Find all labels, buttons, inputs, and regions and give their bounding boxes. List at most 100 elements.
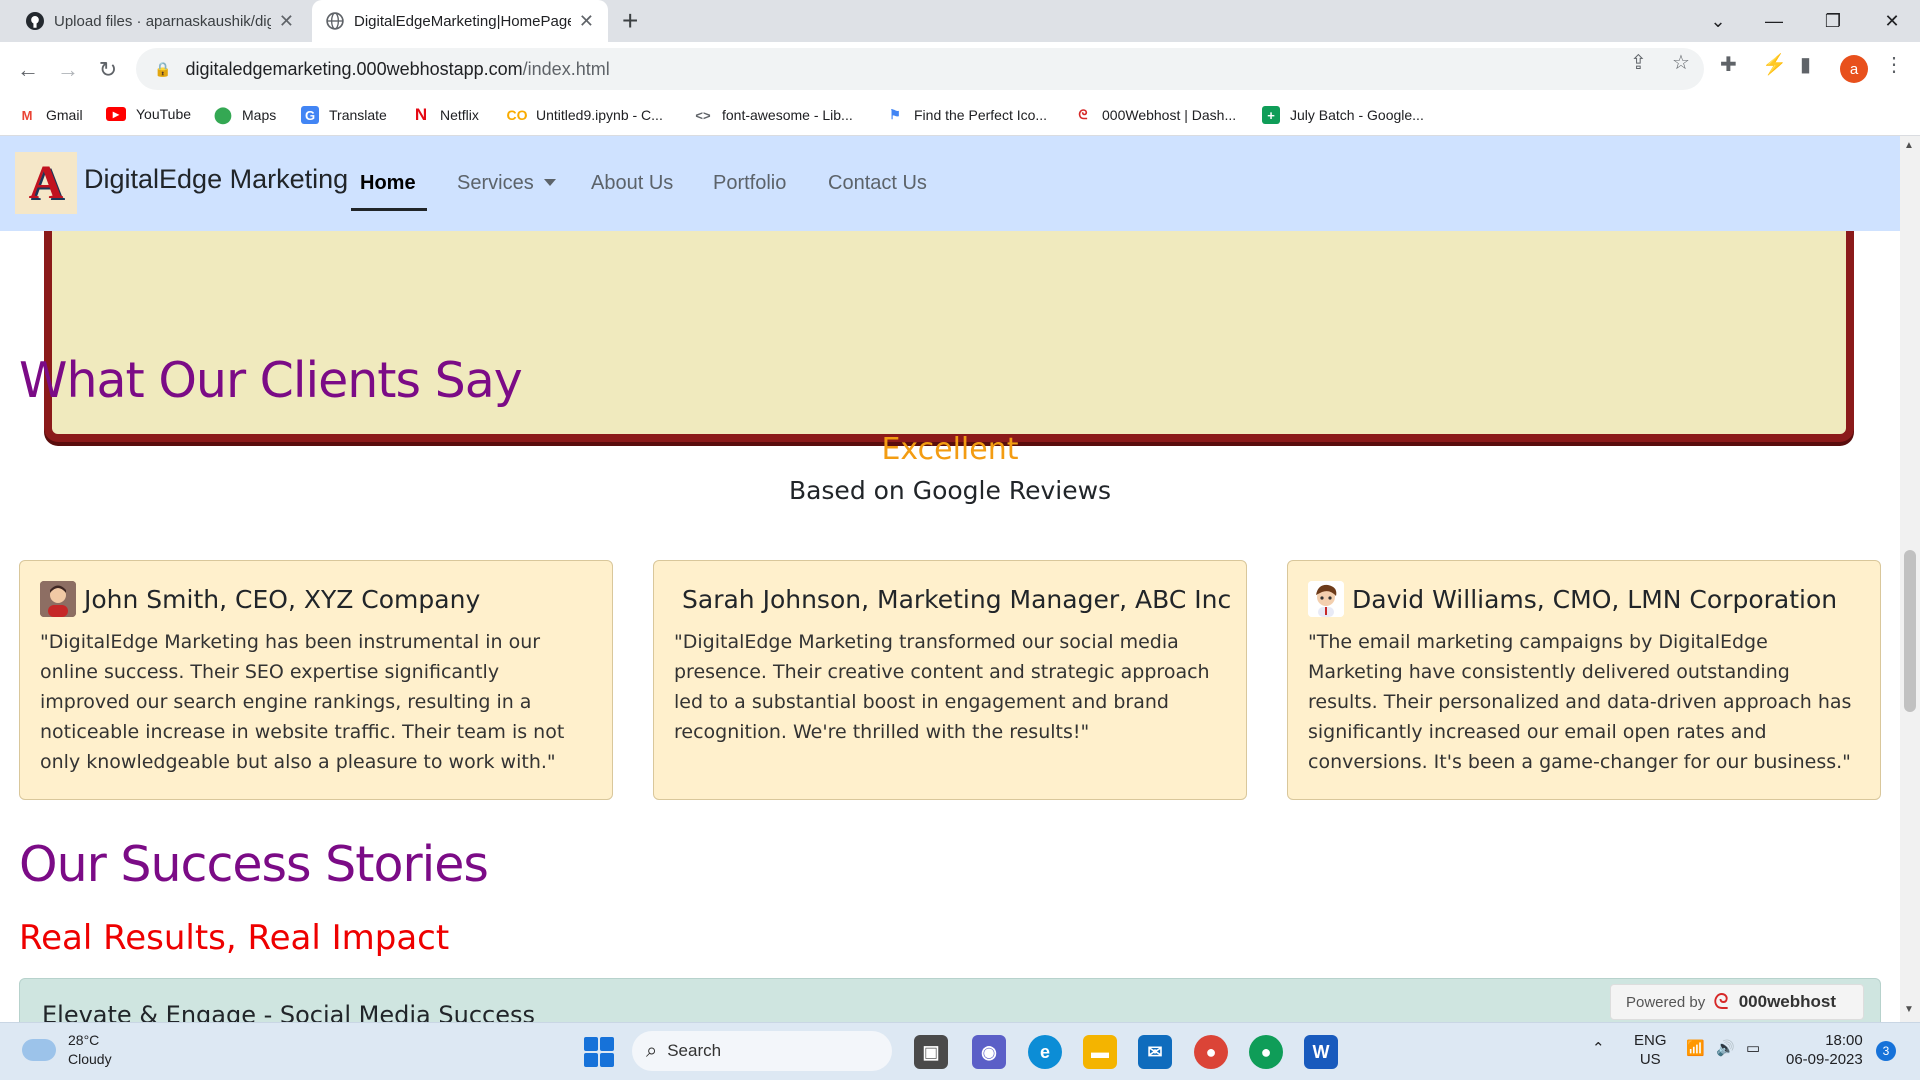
bookmark-font-awesome[interactable]: <> font-awesome - Lib... [694, 106, 852, 124]
clock[interactable]: 18:00 06-09-2023 [1786, 1031, 1863, 1069]
nav-portfolio[interactable]: Portfolio [713, 172, 786, 195]
chrome-profile-icon[interactable]: ● [1249, 1035, 1283, 1069]
logo-letter: A [28, 156, 64, 209]
extensions-icon[interactable]: ✚ [1720, 52, 1737, 77]
powered-by-badge[interactable]: Powered by ᘓ 000webhost [1610, 984, 1864, 1020]
tab-title: Upload files · aparnaskaushik/dig [54, 12, 271, 30]
netflix-icon: N [414, 105, 428, 124]
weather-temp: 28°C [68, 1032, 100, 1048]
client-quote: "The email marketing campaigns by Digita… [1308, 631, 1852, 773]
clock-date: 06-09-2023 [1786, 1051, 1863, 1068]
brand-name[interactable]: DigitalEdge Marketing [84, 164, 348, 195]
side-panel-icon[interactable]: ▮ [1800, 52, 1811, 77]
tab-github[interactable]: Upload files · aparnaskaushik/dig ✕ [12, 0, 308, 42]
scroll-down-icon[interactable]: ▼ [1904, 1004, 1914, 1015]
edge-icon[interactable]: e [1028, 1035, 1062, 1069]
forward-icon[interactable]: → [50, 52, 86, 88]
chrome-icon[interactable]: ● [1194, 1035, 1228, 1069]
colab-icon: CO [506, 107, 528, 123]
testimonials-heading: What Our Clients Say [19, 352, 523, 409]
weather-widget[interactable]: 28°C Cloudy [22, 1031, 112, 1069]
new-tab-button[interactable]: + [622, 6, 638, 36]
reload-icon[interactable]: ↻ [90, 52, 126, 88]
windows-taskbar: 28°C Cloudy ⌕ Search ▣ ◉ e ▬ ✉ ● ● W ⌃ E… [0, 1022, 1920, 1080]
restore-button[interactable]: ❐ [1805, 0, 1861, 42]
cloud-icon [22, 1039, 56, 1061]
bookmark-translate[interactable]: G Translate [301, 106, 387, 124]
taskbar-search-label: Search [667, 1041, 722, 1060]
word-icon[interactable]: W [1304, 1035, 1338, 1069]
bookmark-label: YouTube [136, 106, 192, 122]
scroll-up-icon[interactable]: ▲ [1904, 140, 1914, 151]
lang-code: ENG [1634, 1032, 1667, 1049]
tab-search-icon[interactable]: ⌄ [1690, 0, 1746, 42]
close-window-button[interactable]: ✕ [1864, 0, 1920, 42]
taskbar-search[interactable]: ⌕ Search [632, 1031, 892, 1071]
bookmark-label: Untitled9.ipynb - C... [536, 107, 663, 123]
volume-icon[interactable]: 🔊 [1716, 1039, 1735, 1058]
bookmark-label: 000Webhost | Dash... [1102, 107, 1237, 123]
translate-icon: G [301, 106, 319, 124]
file-explorer-icon[interactable]: ▬ [1083, 1035, 1117, 1069]
address-bar[interactable]: 🔒 digitaledgemarketing.000webhostapp.com… [136, 48, 1704, 90]
profile-avatar[interactable]: a [1840, 55, 1868, 83]
testimonial-card: David Williams, CMO, LMN Corporation "Th… [1287, 560, 1881, 800]
code-icon: <> [695, 107, 711, 123]
bookmark-star-icon[interactable]: ☆ [1672, 50, 1690, 75]
performance-icon[interactable]: ⚡ [1762, 52, 1787, 77]
lock-icon: 🔒 [154, 60, 172, 77]
active-nav-underline [351, 208, 427, 211]
nav-about[interactable]: About Us [591, 172, 673, 195]
powered-label: Powered by [1626, 993, 1706, 1011]
share-icon[interactable]: ⇪ [1630, 50, 1647, 75]
rating-label: Excellent [881, 432, 1019, 467]
windows-start-icon[interactable] [584, 1037, 614, 1067]
close-tab-icon[interactable]: ✕ [279, 11, 294, 32]
site-logo[interactable]: A [15, 152, 77, 214]
page-scrollbar[interactable]: ▲ ▼ [1900, 136, 1920, 1022]
bookmark-label: July Batch - Google... [1290, 107, 1424, 123]
tab-strip: Upload files · aparnaskaushik/dig ✕ Digi… [0, 0, 1920, 42]
chevron-down-icon [543, 179, 556, 186]
browser-toolbar: ← → ↻ 🔒 digitaledgemarketing.000webhosta… [0, 42, 1920, 98]
mail-icon[interactable]: ✉ [1138, 1035, 1172, 1069]
weather-desc: Cloudy [68, 1051, 112, 1067]
bookmark-netflix[interactable]: N Netflix [412, 105, 479, 124]
back-icon[interactable]: ← [10, 52, 46, 88]
scroll-thumb[interactable] [1904, 550, 1916, 712]
bookmark-july-batch[interactable]: + July Batch - Google... [1262, 106, 1424, 124]
battery-icon[interactable]: ▭ [1746, 1039, 1760, 1058]
language-indicator[interactable]: ENG US [1634, 1031, 1667, 1069]
close-tab-icon[interactable]: ✕ [579, 11, 594, 32]
bookmark-youtube[interactable]: ▶ YouTube [106, 106, 191, 122]
teams-icon[interactable]: ◉ [972, 1035, 1006, 1069]
bookmark-000webhost[interactable]: ᘓ 000Webhost | Dash... [1074, 106, 1236, 124]
minimize-button[interactable]: — [1746, 0, 1802, 42]
bookmark-label: Netflix [440, 107, 479, 123]
youtube-icon: ▶ [106, 107, 126, 121]
tab-digitaledge[interactable]: DigitalEdgeMarketing|HomePage ✕ [312, 0, 608, 42]
search-icon: ⌕ [646, 1039, 658, 1062]
nav-home[interactable]: Home [360, 172, 416, 195]
testimonial-card: John Smith, CEO, XYZ Company "DigitalEdg… [19, 560, 613, 800]
task-view-icon[interactable]: ▣ [914, 1035, 948, 1069]
bookmarks-bar: M Gmail ▶ YouTube ⬤ Maps G Translate N Netfli… [0, 98, 1920, 136]
success-heading: Our Success Stories [19, 836, 489, 893]
bookmark-maps[interactable]: ⬤ Maps [214, 106, 276, 124]
bookmark-label: Maps [242, 107, 277, 123]
tab-title: DigitalEdgeMarketing|HomePage [354, 12, 571, 30]
nav-services[interactable]: Services [457, 172, 556, 195]
wifi-icon[interactable]: 📶 [1686, 1039, 1705, 1058]
notification-badge[interactable]: 3 [1876, 1041, 1896, 1061]
region-code: US [1639, 1051, 1661, 1068]
bookmark-colab[interactable]: CO Untitled9.ipynb - C... [506, 106, 663, 124]
bookmark-label: Find the Perfect Ico... [914, 107, 1048, 123]
nav-contact[interactable]: Contact Us [828, 172, 927, 195]
show-hidden-icons-icon[interactable]: ⌃ [1592, 1039, 1605, 1058]
bookmark-icons[interactable]: ⚑ Find the Perfect Ico... [886, 106, 1047, 124]
site-navbar: A DigitalEdge Marketing Home Services Ab… [0, 136, 1900, 231]
clock-time: 18:00 [1825, 1032, 1863, 1049]
bookmark-gmail[interactable]: M Gmail [18, 106, 83, 124]
menu-icon[interactable]: ⋮ [1884, 52, 1904, 77]
sheets-icon: + [1262, 106, 1280, 124]
